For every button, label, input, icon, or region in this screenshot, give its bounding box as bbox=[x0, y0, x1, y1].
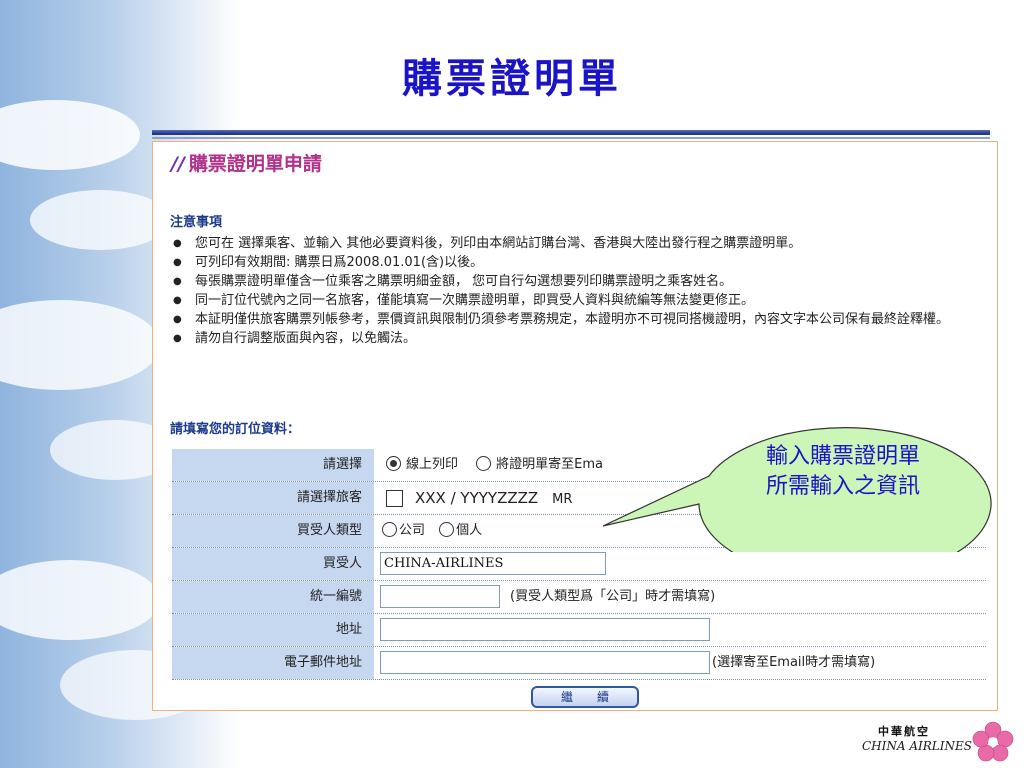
form-row-tax-id: 統一編號 (買受人類型爲「公司」時才需填寫) bbox=[172, 581, 986, 614]
callout-bubble: 輸入購票證明單 所需輸入之資訊 bbox=[602, 392, 992, 552]
option-print-label: 線上列印 bbox=[406, 457, 459, 472]
notice-item: 您可在 選擇乘客、並輸入 其他必要資料後，列印由本網站訂購台灣、香港與大陸出發行… bbox=[169, 236, 989, 252]
address-label: 地址 bbox=[172, 614, 374, 646]
title-divider bbox=[152, 130, 990, 135]
email-label: 電子郵件地址 bbox=[172, 647, 374, 679]
passenger-option: XXX / YYYYZZZZ MR bbox=[380, 482, 572, 514]
notice-list: 您可在 選擇乘客、並輸入 其他必要資料後，列印由本網站訂購台灣、香港與大陸出發行… bbox=[169, 236, 989, 350]
email-input[interactable] bbox=[380, 651, 710, 674]
output-option-group: 線上列印 將證明單寄至Ema bbox=[380, 449, 603, 481]
buyer-type-individual-label: 個人 bbox=[456, 523, 483, 538]
notice-item: 本証明僅供旅客購票列帳參考，票價資訊與限制仍須參考票務規定，本證明亦不可視同搭機… bbox=[169, 312, 989, 328]
app-heading: //購票證明單申請 bbox=[171, 149, 322, 176]
buyer-label: 買受人 bbox=[172, 548, 374, 580]
form-row-address: 地址 bbox=[172, 614, 986, 647]
passenger-title: MR bbox=[552, 492, 573, 507]
callout-line-1: 輸入購票證明單 bbox=[765, 444, 920, 469]
buyer-type-label: 買受人類型 bbox=[172, 515, 374, 547]
notice-item: 每張購票證明單僅含一位乘客之購票明細金額， 您可自行勾選想要列印購票證明之乘客姓… bbox=[169, 274, 989, 290]
logo-english-text: CHINA AIRLINES bbox=[862, 739, 972, 753]
callout-text: 輸入購票證明單 所需輸入之資訊 bbox=[697, 442, 989, 502]
tax-id-input[interactable] bbox=[380, 585, 500, 608]
radio-print-online[interactable] bbox=[386, 456, 401, 471]
buyer-input[interactable]: CHINA-AIRLINES bbox=[380, 552, 606, 575]
radio-company[interactable] bbox=[382, 522, 397, 537]
heading-slash-icon: // bbox=[171, 153, 185, 175]
plum-blossom-icon bbox=[972, 721, 1014, 762]
passenger-label: 請選擇旅客 bbox=[172, 482, 374, 514]
app-heading-text: 購票證明單申請 bbox=[188, 153, 322, 175]
form-row-buyer: 買受人 CHINA-AIRLINES bbox=[172, 548, 986, 581]
form-row-email: 電子郵件地址 (選擇寄至Email時才需填寫) bbox=[172, 647, 986, 680]
title-divider-thin bbox=[152, 137, 990, 139]
logo-chinese-text: 中華航空 bbox=[878, 725, 930, 738]
tax-id-label: 統一編號 bbox=[172, 581, 374, 613]
tax-id-hint: (買受人類型爲「公司」時才需填寫) bbox=[510, 589, 716, 604]
notice-item: 請勿自行調整版面與內容，以免觸法。 bbox=[169, 331, 989, 347]
form-title: 請填寫您的訂位資料： bbox=[170, 422, 301, 437]
radio-individual[interactable] bbox=[439, 522, 455, 537]
radio-send-email[interactable] bbox=[476, 456, 492, 471]
continue-button[interactable]: 繼續 bbox=[531, 686, 639, 708]
passenger-name: XXX / YYYYZZZZ bbox=[415, 489, 539, 507]
passenger-checkbox[interactable] bbox=[386, 489, 403, 507]
notice-item: 可列印有效期間: 購票日爲2008.01.01(含)以後。 bbox=[169, 255, 989, 271]
email-hint: (選擇寄至Email時才需填寫) bbox=[712, 655, 876, 670]
cloud-decoration bbox=[30, 190, 170, 250]
buyer-type-group: 公司 個人 bbox=[380, 515, 482, 547]
select-label: 請選擇 bbox=[172, 449, 374, 481]
notice-title: 注意事項 bbox=[170, 215, 223, 230]
address-input[interactable] bbox=[380, 618, 710, 641]
notice-item: 同一訂位代號內之同一名旅客，僅能填寫一次購票證明單，即買受人資料與統編等無法變更… bbox=[169, 293, 989, 309]
callout-line-2: 所需輸入之資訊 bbox=[765, 474, 920, 499]
buyer-type-company-label: 公司 bbox=[399, 523, 426, 538]
china-airlines-logo: 中華航空 CHINA AIRLINES bbox=[862, 721, 1018, 765]
slide-title: 購票證明單 bbox=[402, 55, 622, 102]
